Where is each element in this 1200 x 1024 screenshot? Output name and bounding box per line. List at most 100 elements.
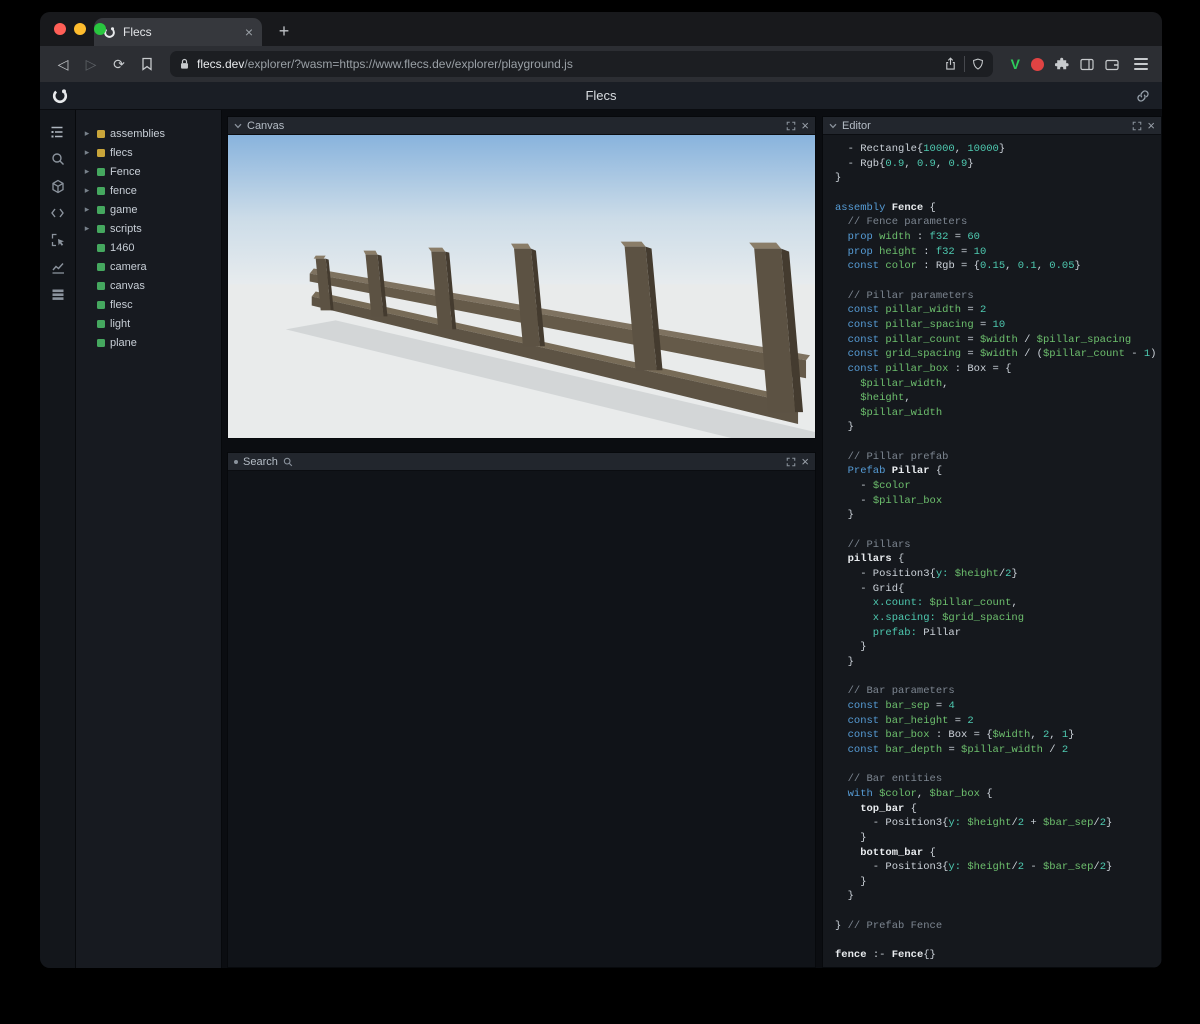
rail-tables-icon[interactable]: [46, 286, 70, 302]
disclosure-arrow-icon[interactable]: ▸: [82, 185, 92, 196]
code-line: }: [835, 421, 854, 434]
rail-stats-chart-icon[interactable]: [46, 259, 70, 275]
entity-kind-swatch: [97, 224, 105, 233]
share-icon[interactable]: [944, 57, 957, 71]
entity-label: canvas: [110, 279, 145, 292]
entity-label: Fence: [110, 165, 141, 178]
code-line: }: [835, 890, 854, 903]
code-line: - Grid{: [835, 582, 905, 595]
menu-button[interactable]: [1134, 58, 1148, 70]
code-line: with $color, $bar_box {: [835, 787, 993, 800]
lock-icon: [179, 58, 190, 70]
chevron-down-icon[interactable]: [829, 123, 837, 129]
code-line: prop width : f32 = 60: [835, 230, 980, 243]
entity-kind-swatch: [97, 319, 105, 328]
disclosure-arrow-icon[interactable]: ▸: [82, 147, 92, 158]
code-line: - Rectangle{10000, 10000}: [835, 143, 1006, 155]
zoom-button[interactable]: [94, 23, 106, 35]
tree-item-fence[interactable]: ▸ fence: [76, 181, 221, 200]
address-bar[interactable]: flecs.dev/explorer/?wasm=https://www.fle…: [170, 51, 993, 77]
code-line: }: [835, 509, 854, 522]
search-close-icon[interactable]: ×: [801, 455, 809, 468]
code-line: } // Prefab Fence: [835, 919, 943, 932]
canvas-panel-header[interactable]: Canvas ×: [228, 117, 815, 135]
icon-rail: [40, 110, 76, 968]
tree-item-camera[interactable]: camera: [76, 257, 221, 276]
tab-title: Flecs: [123, 25, 152, 39]
flecs-logo: [52, 88, 68, 104]
tab-close-icon[interactable]: ×: [245, 25, 253, 39]
tree-item-flesc[interactable]: flesc: [76, 295, 221, 314]
code-line: // Pillar parameters: [835, 289, 974, 302]
browser-tab-flecs[interactable]: Flecs ×: [94, 18, 262, 46]
code-line: Prefab Pillar {: [835, 465, 943, 478]
tree-item-canvas[interactable]: canvas: [76, 276, 221, 295]
tree-item-plane[interactable]: plane: [76, 333, 221, 352]
wallet-icon[interactable]: [1105, 58, 1119, 71]
close-button[interactable]: [54, 23, 66, 35]
rail-entity-tree-icon[interactable]: [46, 124, 70, 140]
disclosure-arrow-icon[interactable]: ▸: [82, 128, 92, 139]
entity-tree[interactable]: ▸ assemblies ▸ flecs ▸ Fence ▸ fence ▸ game ▸ scrip…: [76, 110, 222, 968]
code-line: const bar_sep = 4: [835, 699, 955, 712]
bookmark-icon[interactable]: [134, 51, 160, 77]
search-panel-title: Search: [243, 455, 278, 468]
extensions-puzzle-icon[interactable]: [1055, 57, 1069, 71]
tree-item-scripts[interactable]: ▸ scripts: [76, 219, 221, 238]
tree-item-Fence[interactable]: ▸ Fence: [76, 162, 221, 181]
sidebar-toggle-icon[interactable]: [1080, 58, 1094, 71]
panel-dot-icon: [234, 459, 238, 464]
editor-close-icon[interactable]: ×: [1147, 119, 1155, 132]
search-results-area[interactable]: [228, 471, 815, 967]
editor-panel-header[interactable]: Editor ×: [823, 117, 1161, 135]
back-button[interactable]: ◁: [50, 51, 76, 77]
disclosure-arrow-icon[interactable]: ▸: [82, 166, 92, 177]
disclosure-arrow-icon[interactable]: ▸: [82, 204, 92, 215]
canvas-viewport[interactable]: [228, 135, 815, 438]
brave-shield-icon[interactable]: [972, 58, 984, 71]
code-line: const bar_depth = $pillar_width / 2: [835, 743, 1069, 756]
code-area[interactable]: - Rectangle{10000, 10000} - Rgb{0.9, 0.9…: [823, 135, 1161, 963]
extension-icon-red[interactable]: [1031, 57, 1044, 71]
tree-item-flecs[interactable]: ▸ flecs: [76, 143, 221, 162]
share-link-icon[interactable]: [1136, 89, 1150, 103]
search-panel-header[interactable]: Search ×: [228, 453, 815, 471]
code-line: }: [835, 172, 842, 185]
browser-window: Flecs × + ◁ ▷ ⟳ flecs.dev/explorer/?wasm…: [40, 12, 1162, 968]
tree-item-1460[interactable]: 1460: [76, 238, 221, 257]
rail-inspect-icon[interactable]: [46, 232, 70, 248]
extension-icon-v[interactable]: V: [1011, 56, 1020, 72]
code-line: - Position3{y: $height/2 + $bar_sep/2}: [835, 817, 1113, 830]
entity-label: 1460: [110, 241, 135, 254]
canvas-expand-icon[interactable]: [786, 121, 796, 131]
tree-item-game[interactable]: ▸ game: [76, 200, 221, 219]
chevron-down-icon[interactable]: [234, 123, 242, 129]
window-controls: [54, 23, 106, 35]
search-expand-icon[interactable]: [786, 457, 796, 467]
canvas-close-icon[interactable]: ×: [801, 119, 809, 132]
rail-scene-cube-icon[interactable]: [46, 178, 70, 194]
search-panel: Search ×: [227, 452, 816, 968]
new-tab-button[interactable]: +: [272, 21, 296, 42]
browser-toolbar: ◁ ▷ ⟳ flecs.dev/explorer/?wasm=https://w…: [40, 46, 1162, 82]
editor-expand-icon[interactable]: [1132, 121, 1142, 131]
disclosure-arrow-icon[interactable]: ▸: [82, 223, 92, 234]
minimize-button[interactable]: [74, 23, 86, 35]
rail-search-icon[interactable]: [46, 151, 70, 167]
tree-item-assemblies[interactable]: ▸ assemblies: [76, 124, 221, 143]
forward-button[interactable]: ▷: [78, 51, 104, 77]
entity-kind-swatch: [97, 205, 105, 214]
code-line: bottom_bar {: [835, 846, 936, 859]
app-header: Flecs: [40, 82, 1162, 110]
canvas-panel-title: Canvas: [247, 119, 285, 132]
rail-code-icon[interactable]: [46, 205, 70, 221]
entity-kind-swatch: [97, 243, 105, 252]
reload-button[interactable]: ⟳: [106, 51, 132, 77]
code-line: $pillar_width: [835, 406, 943, 419]
tree-item-light[interactable]: light: [76, 314, 221, 333]
code-line: fence :- Fence{}: [835, 949, 936, 962]
